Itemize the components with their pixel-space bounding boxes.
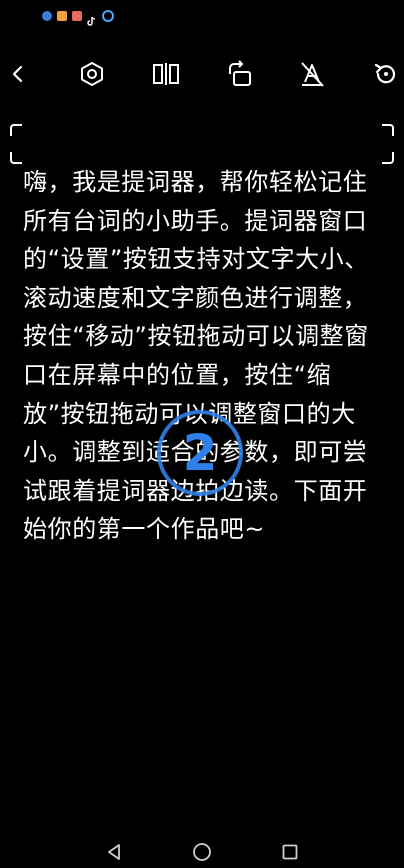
orange-app-icon (57, 11, 67, 21)
rotate-icon[interactable] (224, 58, 256, 90)
settings-app-icon (102, 10, 114, 22)
status-icons (42, 10, 114, 26)
frame-corner-top-right (382, 124, 394, 136)
step-badge-number: 2 (183, 424, 218, 482)
home-circle-icon[interactable] (190, 840, 214, 864)
prompter-window-frame[interactable] (10, 124, 394, 164)
mirror-icon[interactable] (150, 58, 182, 90)
settings-icon[interactable] (76, 58, 108, 90)
step-badge: 2 (155, 408, 245, 498)
status-bar (0, 0, 404, 30)
back-icon[interactable] (2, 58, 34, 90)
system-nav-bar (0, 834, 404, 868)
prompter-toolbar (0, 52, 404, 96)
font-color-off-icon[interactable] (296, 58, 328, 90)
back-triangle-icon[interactable] (102, 840, 126, 864)
tiktok-icon (87, 11, 97, 26)
recents-square-icon[interactable] (278, 840, 302, 864)
shield-app-icon (42, 11, 52, 21)
reset-icon[interactable] (370, 58, 402, 90)
photo-app-icon (72, 11, 82, 21)
frame-corner-top-left (10, 124, 22, 136)
frame-corner-bottom-left (10, 152, 22, 164)
